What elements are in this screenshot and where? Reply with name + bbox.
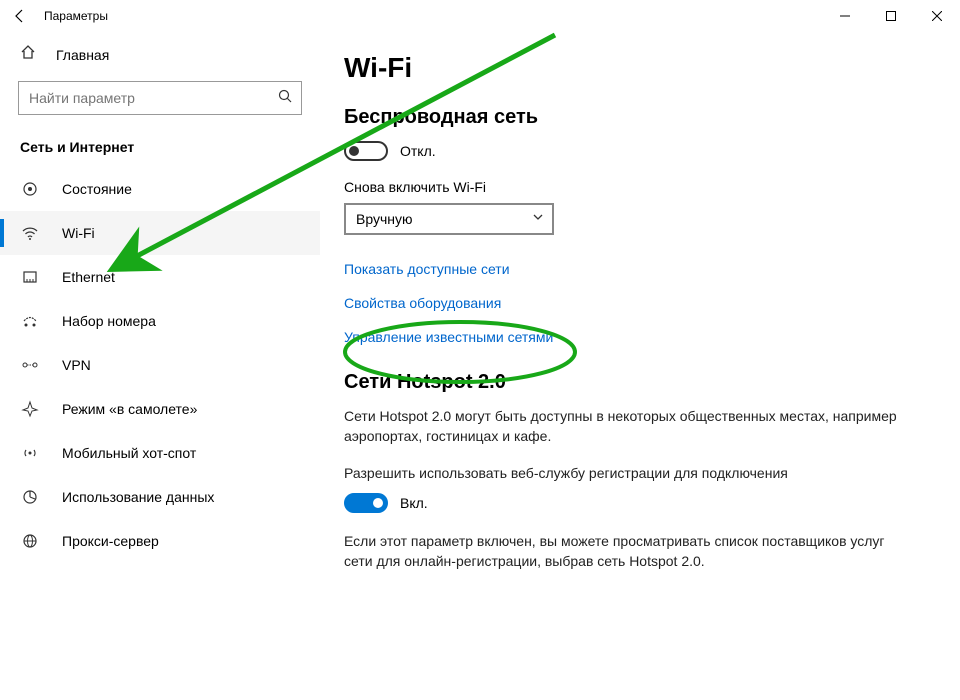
airplane-icon xyxy=(20,399,40,419)
data-usage-icon xyxy=(20,487,40,507)
sidebar: Главная Сеть и Интернет Состояние Wi-Fi … xyxy=(0,32,320,700)
home-label: Главная xyxy=(56,47,109,63)
hotspot-note: Если этот параметр включен, вы можете пр… xyxy=(344,531,904,572)
vpn-icon xyxy=(20,355,40,375)
sidebar-item-label: Набор номера xyxy=(62,313,156,329)
link-hw-properties[interactable]: Свойства оборудования xyxy=(344,295,930,311)
search-input[interactable] xyxy=(29,90,277,106)
close-button[interactable] xyxy=(914,0,960,32)
hotspot-toggle[interactable] xyxy=(344,493,388,513)
wireless-heading: Беспроводная сеть xyxy=(344,106,930,129)
back-button[interactable] xyxy=(8,4,32,28)
proxy-icon xyxy=(20,531,40,551)
wifi-icon xyxy=(20,223,40,243)
page-title: Wi-Fi xyxy=(344,52,930,84)
hotspot-icon xyxy=(20,443,40,463)
sidebar-section-title: Сеть и Интернет xyxy=(0,135,320,167)
hotspot-toggle-state: Вкл. xyxy=(400,495,428,511)
link-show-networks[interactable]: Показать доступные сети xyxy=(344,261,930,277)
dialup-icon xyxy=(20,311,40,331)
sidebar-item-label: Использование данных xyxy=(62,489,214,505)
wifi-toggle[interactable] xyxy=(344,141,388,161)
sidebar-item-label: Ethernet xyxy=(62,269,115,285)
home-link[interactable]: Главная xyxy=(0,32,320,73)
sidebar-item-label: Прокси-сервер xyxy=(62,533,159,549)
sidebar-item-wifi[interactable]: Wi-Fi xyxy=(0,211,320,255)
window-title: Параметры xyxy=(44,9,108,23)
link-manage-known-networks[interactable]: Управление известными сетями xyxy=(344,329,930,345)
sidebar-item-airplane[interactable]: Режим «в самолете» xyxy=(0,387,320,431)
maximize-button[interactable] xyxy=(868,0,914,32)
status-icon xyxy=(20,179,40,199)
ethernet-icon xyxy=(20,267,40,287)
reenable-select[interactable]: Вручную xyxy=(344,203,554,235)
chevron-down-icon xyxy=(532,210,544,228)
sidebar-item-label: Режим «в самолете» xyxy=(62,401,197,417)
sidebar-item-vpn[interactable]: VPN xyxy=(0,343,320,387)
reenable-label: Снова включить Wi-Fi xyxy=(344,179,930,195)
sidebar-item-data-usage[interactable]: Использование данных xyxy=(0,475,320,519)
sidebar-item-label: Состояние xyxy=(62,181,132,197)
home-icon xyxy=(20,44,36,65)
search-input-container[interactable] xyxy=(18,81,302,115)
hotspot-allow-label: Разрешить использовать веб-службу регист… xyxy=(344,463,904,483)
search-icon xyxy=(277,88,293,109)
sidebar-item-hotspot[interactable]: Мобильный хот-спот xyxy=(0,431,320,475)
sidebar-item-label: Мобильный хот-спот xyxy=(62,445,196,461)
minimize-button[interactable] xyxy=(822,0,868,32)
sidebar-item-label: Wi-Fi xyxy=(62,225,95,241)
sidebar-item-proxy[interactable]: Прокси-сервер xyxy=(0,519,320,563)
sidebar-item-ethernet[interactable]: Ethernet xyxy=(0,255,320,299)
hotspot-desc: Сети Hotspot 2.0 могут быть доступны в н… xyxy=(344,406,904,447)
sidebar-item-dialup[interactable]: Набор номера xyxy=(0,299,320,343)
reenable-value: Вручную xyxy=(356,211,532,227)
sidebar-item-label: VPN xyxy=(62,357,91,373)
sidebar-item-status[interactable]: Состояние xyxy=(0,167,320,211)
hotspot-heading: Сети Hotspot 2.0 xyxy=(344,371,930,394)
content-pane: Wi-Fi Беспроводная сеть Откл. Снова вклю… xyxy=(320,32,960,700)
wifi-toggle-state: Откл. xyxy=(400,143,436,159)
